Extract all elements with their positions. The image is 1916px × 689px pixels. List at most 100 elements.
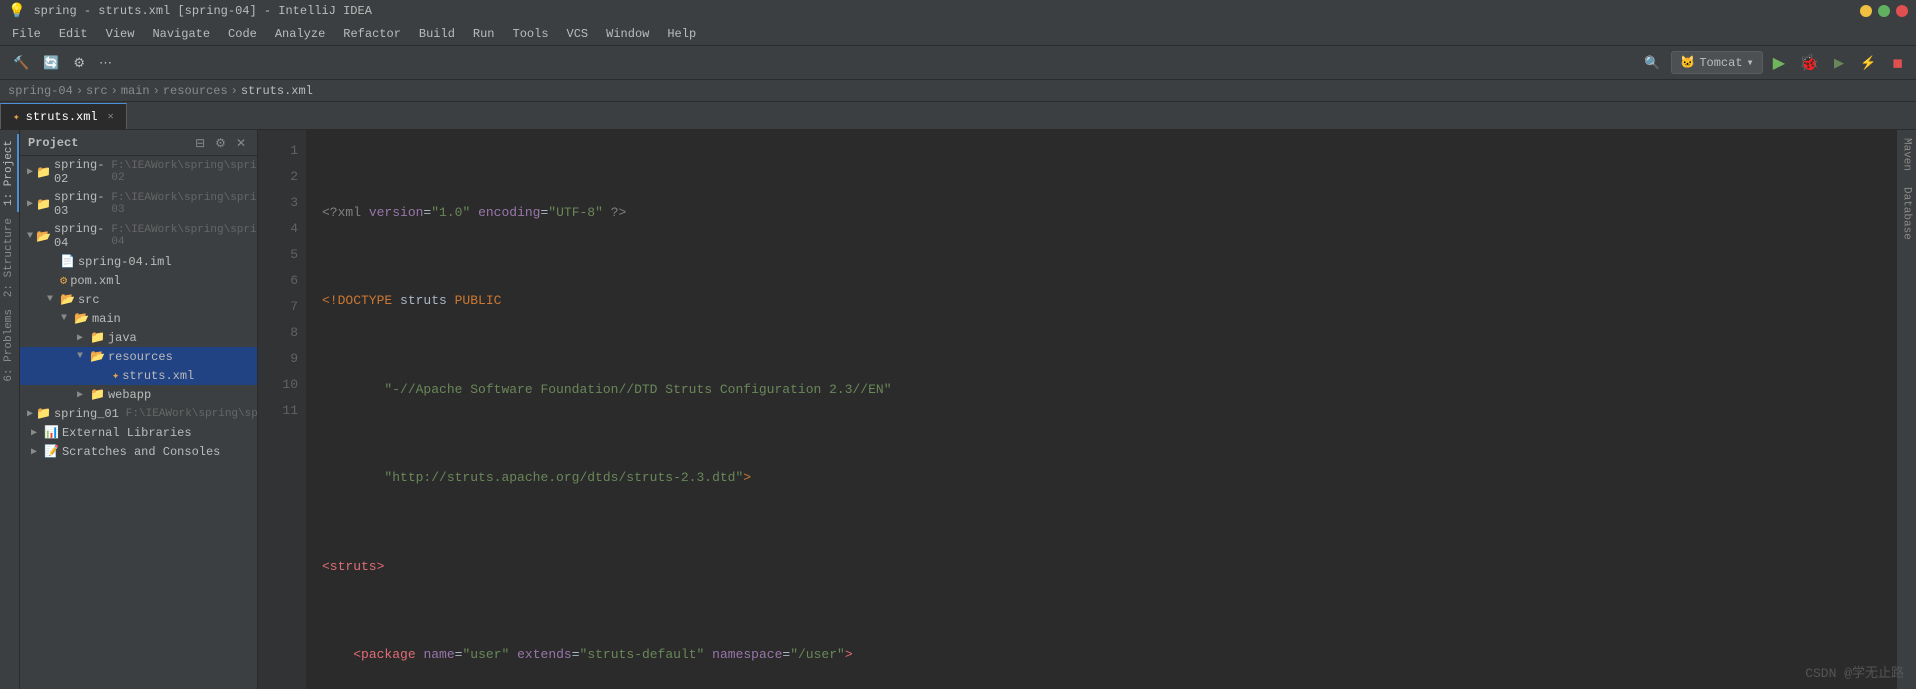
profile-btn[interactable]: ⚡ (1855, 52, 1881, 74)
tree-arrow-webapp: ▶ (77, 389, 87, 401)
line-num-8: 8 (258, 320, 306, 346)
breadcrumb-part-1[interactable]: src (86, 84, 108, 98)
tree-path-spring-04: F:\IEAWork\spring\spring-04 (111, 224, 258, 248)
line-num-9: 9 (258, 346, 306, 372)
maximize-button[interactable] (1878, 5, 1890, 17)
tab-close-icon[interactable]: ✕ (108, 111, 114, 123)
minimize-button[interactable] (1860, 5, 1872, 17)
line-num-11: 11 (258, 398, 306, 424)
tab-struts-xml[interactable]: ✦ struts.xml ✕ (0, 103, 127, 129)
menu-item-tools[interactable]: Tools (505, 25, 557, 43)
tree-item-spring-01[interactable]: ▶ 📁 spring_01 F:\IEAWork\spring\spring_0… (20, 404, 257, 423)
tree-arrow-resources: ▼ (77, 351, 87, 362)
tree-label-struts-xml: struts.xml (122, 369, 194, 383)
database-tool-tab[interactable]: Database (1899, 183, 1915, 244)
tree-arrow-spring-01: ▶ (27, 408, 33, 420)
tree-label-iml: spring-04.iml (78, 255, 172, 269)
tree-item-spring-03[interactable]: ▶ 📁 spring-03 F:\IEAWork\spring\spring-0… (20, 188, 257, 220)
breadcrumb-part-3[interactable]: resources (163, 84, 228, 98)
menu-item-refactor[interactable]: Refactor (335, 25, 409, 43)
folder-icon-spring-02: 📁 (36, 165, 51, 180)
tree-arrow-spring-04: ▼ (27, 231, 33, 242)
line-num-7: 7 (258, 294, 306, 320)
code-line-5: <struts> (322, 554, 1896, 580)
code-line-3: "-//Apache Software Foundation//DTD Stru… (322, 377, 1896, 403)
tree-item-external-libraries[interactable]: ▶ 📊 External Libraries (20, 423, 257, 442)
tomcat-icon: 🐱 (1680, 55, 1695, 70)
toolbar-more-btn[interactable]: ⋯ (94, 52, 117, 74)
menu-bar: FileEditViewNavigateCodeAnalyzeRefactorB… (0, 22, 1916, 46)
toolbar-sync-btn[interactable]: 🔄 (38, 52, 64, 74)
editor-panel[interactable]: 1 2 3 4 5 6 7 8 9 10 11 <?xml version="1… (258, 130, 1896, 689)
tab-bar: ✦ struts.xml ✕ (0, 102, 1916, 130)
search-everywhere-btn[interactable]: 🔍 (1639, 52, 1665, 74)
project-tool-tab[interactable]: 1: Project (1, 134, 19, 212)
menu-item-build[interactable]: Build (411, 25, 463, 43)
main-content: 1: Project 2: Structure 6: Problems Proj… (0, 130, 1916, 689)
menu-item-window[interactable]: Window (598, 25, 657, 43)
menu-item-edit[interactable]: Edit (51, 25, 96, 43)
menu-item-help[interactable]: Help (659, 25, 704, 43)
menu-item-run[interactable]: Run (465, 25, 503, 43)
tree-path-spring-02: F:\IEAWork\spring\spring-02 (111, 160, 258, 184)
breadcrumb-part-0[interactable]: spring-04 (8, 84, 73, 98)
folder-icon-webapp: 📁 (90, 387, 105, 402)
tree-item-src[interactable]: ▼ 📂 src (20, 290, 257, 309)
structure-tool-tab[interactable]: 2: Structure (1, 212, 19, 303)
tree-item-resources[interactable]: ▼ 📂 resources (20, 347, 257, 366)
tree-item-main[interactable]: ▼ 📂 main (20, 309, 257, 328)
line-numbers: 1 2 3 4 5 6 7 8 9 10 11 (258, 130, 306, 689)
line-num-1: 1 (258, 138, 306, 164)
code-line-2: <!DOCTYPE struts PUBLIC (322, 289, 1896, 315)
folder-icon-resources: 📂 (90, 349, 105, 364)
sidebar-close-btn[interactable]: ✕ (233, 135, 249, 151)
stop-btn[interactable]: ◼ (1887, 52, 1908, 74)
sidebar-header: Project ⊟ ⚙ ✕ (20, 130, 257, 156)
tree-item-scratches[interactable]: ▶ 📝 Scratches and Consoles (20, 442, 257, 461)
maven-tool-tab[interactable]: Maven (1899, 134, 1915, 175)
tree-item-pom[interactable]: ⚙ pom.xml (20, 271, 257, 290)
line-num-10: 10 (258, 372, 306, 398)
tree-path-spring-01: F:\IEAWork\spring\spring_01 (126, 408, 258, 420)
tree-item-webapp[interactable]: ▶ 📁 webapp (20, 385, 257, 404)
project-sidebar: Project ⊟ ⚙ ✕ ▶ 📁 spring-02 F:\IEAWork\s… (20, 130, 258, 689)
code-line-6: <package name="user" extends="struts-def… (322, 642, 1896, 668)
toolbar-build-btn[interactable]: 🔨 (8, 52, 34, 74)
tree-item-java[interactable]: ▶ 📁 java (20, 328, 257, 347)
breadcrumb: spring-04 › src › main › resources › str… (0, 80, 1916, 102)
toolbar-settings-btn[interactable]: ⚙ (68, 52, 90, 74)
tomcat-config-btn[interactable]: 🐱 Tomcat ▾ (1671, 51, 1762, 74)
breadcrumb-part-2[interactable]: main (121, 84, 150, 98)
menu-item-code[interactable]: Code (220, 25, 265, 43)
debug-button[interactable]: 🐞 (1795, 51, 1823, 75)
sidebar-settings-btn[interactable]: ⚙ (212, 135, 229, 151)
close-button[interactable] (1896, 5, 1908, 17)
menu-item-navigate[interactable]: Navigate (144, 25, 218, 43)
sidebar-collapse-all-btn[interactable]: ⊟ (192, 135, 208, 151)
tree-label-scratches: Scratches and Consoles (62, 445, 220, 459)
folder-icon-spring-04: 📂 (36, 229, 51, 244)
breadcrumb-sep-1: › (111, 84, 118, 98)
breadcrumb-current: struts.xml (241, 84, 313, 98)
tree-label-main: main (92, 312, 121, 326)
tree-path-spring-03: F:\IEAWork\spring\spring-03 (111, 192, 258, 216)
scratches-icon: 📝 (44, 444, 59, 459)
code-content[interactable]: <?xml version="1.0" encoding="UTF-8" ?> … (306, 130, 1896, 689)
menu-item-view[interactable]: View (98, 25, 143, 43)
folder-icon-java: 📁 (90, 330, 105, 345)
tree-item-spring-04-iml[interactable]: 📄 spring-04.iml (20, 252, 257, 271)
tree-item-spring-02[interactable]: ▶ 📁 spring-02 F:\IEAWork\spring\spring-0… (20, 156, 257, 188)
title-bar-title: spring - struts.xml [spring-04] - Intell… (33, 4, 371, 18)
menu-item-file[interactable]: File (4, 25, 49, 43)
tree-item-struts-xml[interactable]: ✦ struts.xml (20, 366, 257, 385)
file-icon-struts-xml: ✦ (112, 368, 119, 383)
coverage-btn[interactable]: ▶ (1829, 52, 1849, 74)
menu-item-analyze[interactable]: Analyze (267, 25, 333, 43)
run-button[interactable]: ▶ (1769, 51, 1789, 75)
menu-item-vcs[interactable]: VCS (559, 25, 597, 43)
problems-tool-tab[interactable]: 6: Problems (1, 303, 19, 388)
tree-item-spring-04[interactable]: ▼ 📂 spring-04 F:\IEAWork\spring\spring-0… (20, 220, 257, 252)
code-line-1: <?xml version="1.0" encoding="UTF-8" ?> (322, 200, 1896, 226)
line-num-3: 3 (258, 190, 306, 216)
code-line-4: "http://struts.apache.org/dtds/struts-2.… (322, 466, 1896, 492)
